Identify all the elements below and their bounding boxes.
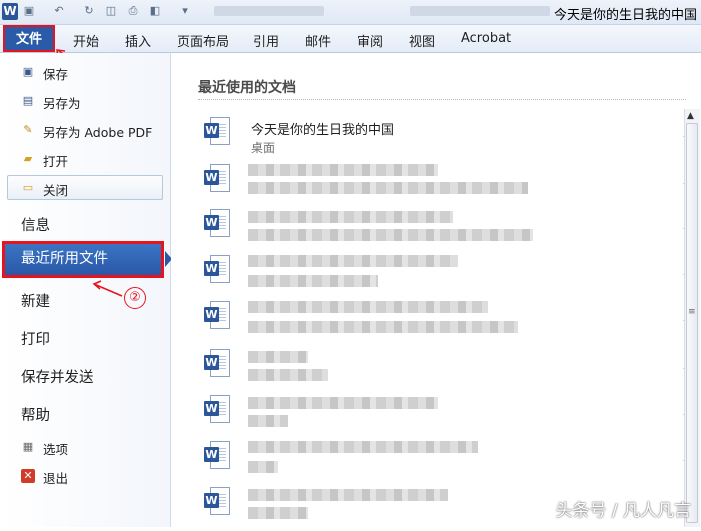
recent-document-item[interactable]: W ⊸	[198, 209, 692, 253]
tab-review[interactable]: 审阅	[357, 31, 383, 50]
document-name: 今天是你的生日我的中国	[251, 123, 395, 138]
tab-mailings[interactable]: 邮件	[305, 31, 331, 50]
save-icon: ▣	[22, 65, 34, 78]
format-painter-icon[interactable]: ◧	[148, 4, 162, 18]
recent-document-item[interactable]: W ⊸	[198, 395, 692, 439]
blurred-name	[248, 255, 458, 267]
save-send-section[interactable]: 保存并发送	[21, 366, 94, 387]
title-blur	[214, 6, 324, 16]
recent-documents-heading: 最近使用的文档	[198, 80, 296, 96]
recent-document-item[interactable]: W ⊸	[198, 349, 692, 393]
redo-icon[interactable]: ↻	[82, 4, 96, 18]
word-document-icon: W	[204, 164, 230, 194]
window-title: 今天是你的生日我的中国	[553, 8, 697, 23]
blurred-path	[248, 369, 328, 381]
customize-icon[interactable]: ▾	[178, 4, 192, 18]
recent-section-selected[interactable]: 最近所用文件	[2, 241, 164, 278]
watermark: 头条号 / 凡人凡言	[555, 501, 691, 521]
tab-view[interactable]: 视图	[409, 31, 435, 50]
word-document-icon: W	[204, 209, 230, 239]
info-section[interactable]: 信息	[21, 214, 50, 235]
blurred-name	[248, 211, 453, 223]
blurred-path	[248, 507, 308, 519]
print-preview-icon[interactable]: ◫	[104, 4, 118, 18]
blurred-path	[248, 275, 378, 287]
recent-document-item[interactable]: W ⊸	[198, 441, 692, 485]
word-document-icon: W	[204, 349, 230, 379]
exit-icon: ✕	[21, 469, 35, 483]
save-as-icon: ▤	[22, 94, 34, 107]
document-location: 桌面	[251, 141, 276, 155]
recent-document-item[interactable]: W ⊸	[198, 255, 692, 299]
scrollbar-thumb[interactable]	[686, 123, 698, 523]
title-bar: W ▣ ↶ ↻ ◫ ⎙ ◧ ▾ 今天是你的生日我的中国	[0, 0, 701, 25]
title-blur	[410, 6, 550, 16]
options-icon: ▦	[22, 440, 34, 453]
tab-references[interactable]: 引用	[253, 31, 279, 50]
tab-acrobat[interactable]: Acrobat	[461, 31, 511, 46]
open-command[interactable]: ▰ 打开	[0, 146, 170, 172]
blurred-path	[248, 229, 533, 241]
help-section[interactable]: 帮助	[21, 404, 50, 425]
scroll-up-icon[interactable]: ▲	[687, 111, 694, 121]
tab-page-layout[interactable]: 页面布局	[177, 31, 229, 50]
recent-document-item[interactable]: W ⊸	[198, 301, 692, 345]
blurred-path	[248, 461, 278, 473]
word-document-icon: W	[204, 301, 230, 331]
blurred-path	[248, 182, 528, 194]
heading-divider	[198, 99, 686, 100]
recent-document-item[interactable]: W 今天是你的生日我的中国 桌面 ⊸	[198, 117, 692, 161]
word-document-icon: W	[204, 117, 230, 147]
scroll-grip-icon: ≡	[688, 307, 696, 317]
word-app-icon[interactable]: W	[2, 3, 18, 20]
close-folder-icon: ▭	[22, 181, 34, 194]
open-folder-icon: ▰	[23, 152, 33, 165]
blurred-name	[248, 397, 438, 409]
file-menu-pane: ▣ 保存 ▤ 另存为 ✎ 另存为 Adobe PDF ▰ 打开 ▭ 关闭 信息 …	[0, 53, 172, 527]
save-icon[interactable]: ▣	[22, 4, 36, 18]
blurred-path	[248, 321, 518, 333]
print-section[interactable]: 打印	[21, 328, 50, 349]
blurred-name	[248, 164, 438, 176]
vertical-scrollbar[interactable]: ▲ ≡	[684, 109, 700, 527]
save-as-pdf-command[interactable]: ✎ 另存为 Adobe PDF	[0, 117, 170, 143]
file-tab[interactable]: 文件	[3, 25, 55, 52]
tab-insert[interactable]: 插入	[125, 31, 151, 50]
annotation-arrow-2	[92, 280, 123, 297]
save-as-command[interactable]: ▤ 另存为	[0, 88, 170, 114]
word-document-icon: W	[204, 255, 230, 285]
recent-documents-pane: 最近使用的文档 W 今天是你的生日我的中国 桌面 ⊸ W ⊸ W ⊸ W ⊸ W…	[171, 53, 701, 527]
blurred-path	[248, 415, 288, 427]
print-icon[interactable]: ⎙	[126, 4, 140, 18]
save-command[interactable]: ▣ 保存	[0, 59, 170, 85]
blurred-name	[248, 441, 478, 453]
blurred-name	[248, 351, 308, 363]
ribbon-tabs: 文件 开始 插入 页面布局 引用 邮件 审阅 视图 Acrobat	[0, 25, 701, 53]
word-document-icon: W	[204, 441, 230, 471]
options-command[interactable]: ▦ 选项	[0, 434, 170, 460]
blurred-name	[248, 301, 488, 313]
adobe-pdf-icon: ✎	[23, 123, 33, 136]
undo-icon[interactable]: ↶	[52, 4, 66, 18]
word-document-icon: W	[204, 395, 230, 425]
annotation-step-2: ②	[124, 287, 146, 309]
close-command-content: ▭ 关闭	[22, 181, 69, 198]
word-document-icon: W	[204, 487, 230, 517]
exit-command[interactable]: ✕ 退出	[0, 463, 170, 489]
new-section[interactable]: 新建	[21, 290, 50, 311]
blurred-name	[248, 489, 448, 501]
recent-document-item[interactable]: W ⊸	[198, 164, 692, 208]
